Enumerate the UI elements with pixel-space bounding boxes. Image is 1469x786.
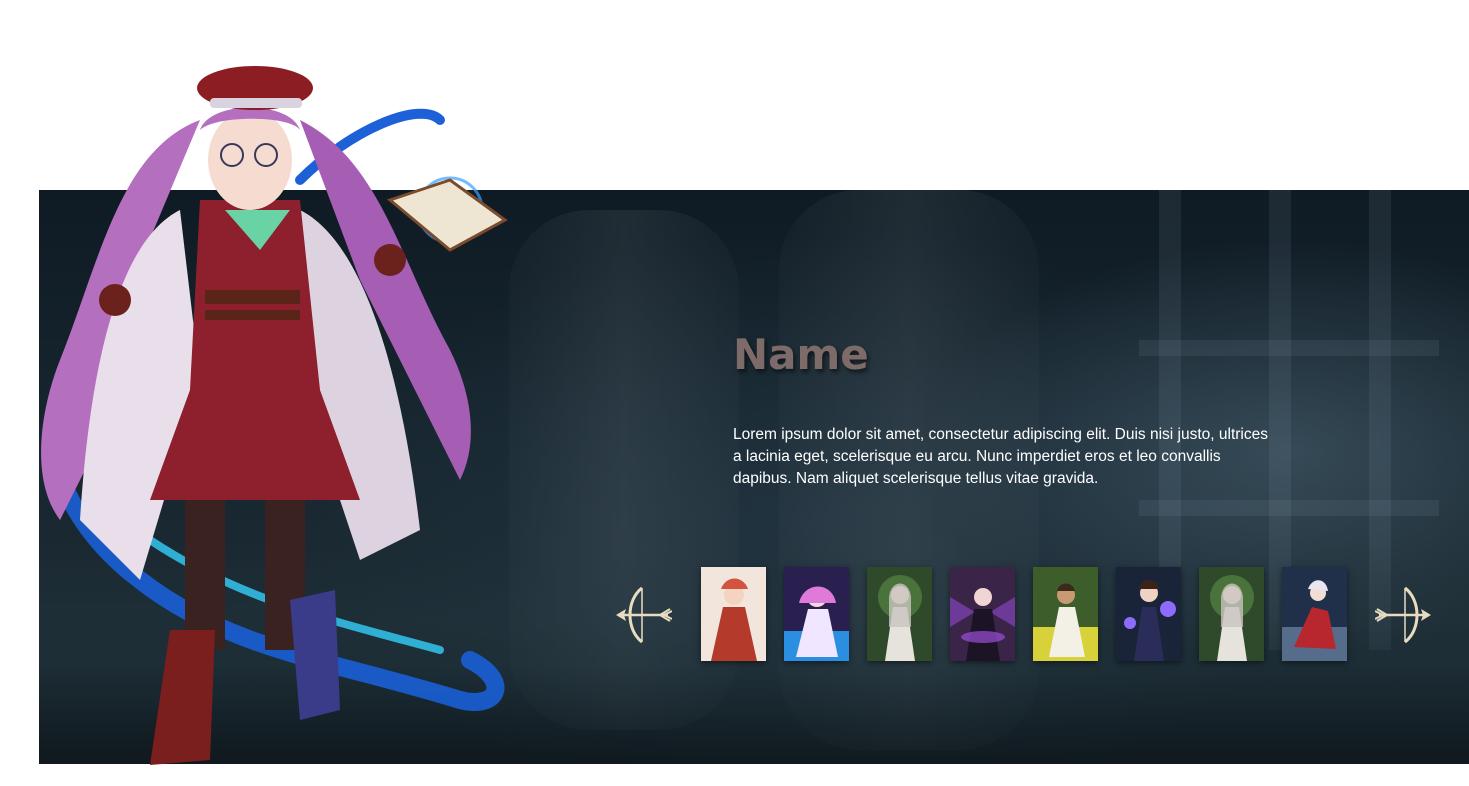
character-portrait-8 (1282, 567, 1347, 661)
character-thumbnail[interactable] (1116, 567, 1181, 661)
next-button[interactable] (1374, 582, 1435, 648)
character-portrait-3 (867, 567, 932, 661)
bow-arrow-right-icon (1374, 586, 1431, 644)
character-thumbnail[interactable] (867, 567, 932, 661)
character-thumbnail[interactable] (701, 567, 766, 661)
character-thumbnail[interactable] (1199, 567, 1264, 661)
character-portrait-2 (784, 567, 849, 661)
character-portrait-6 (1116, 567, 1181, 661)
bow-arrow-left-icon (616, 586, 673, 644)
character-portrait-4 (950, 567, 1015, 661)
character-thumbnail[interactable] (1282, 567, 1347, 661)
character-thumbnail[interactable] (950, 567, 1015, 661)
window-frame (1139, 340, 1439, 356)
character-portrait-5 (1033, 567, 1098, 661)
character-name: Name (733, 330, 869, 379)
prev-button[interactable] (612, 582, 673, 648)
character-thumbnail[interactable] (784, 567, 849, 661)
character-showcase: Name Lorem ipsum dolor sit amet, consect… (0, 0, 1469, 786)
character-portrait-7 (1199, 567, 1264, 661)
character-description: Lorem ipsum dolor sit amet, consectetur … (733, 426, 1268, 487)
character-thumbnail-strip (701, 567, 1347, 661)
character-thumbnail[interactable] (1033, 567, 1098, 661)
window-frame (1139, 500, 1439, 516)
character-illustration (41, 66, 508, 765)
character-portrait-1 (701, 567, 766, 661)
